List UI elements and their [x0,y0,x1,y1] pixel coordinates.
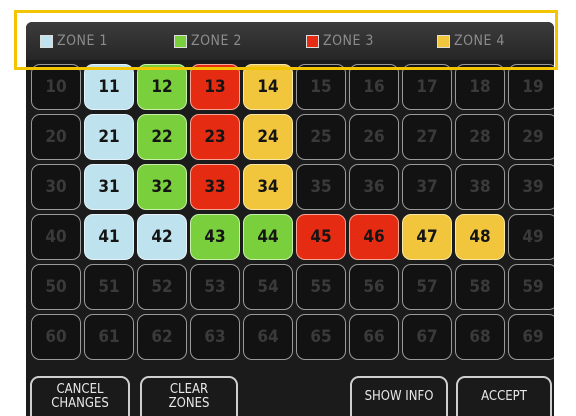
zone-cell[interactable]: 47 [402,214,452,260]
zone-cell[interactable]: 46 [349,214,399,260]
zone-cell[interactable]: 69 [508,314,554,360]
zone-1-swatch [40,34,53,48]
legend-zone-2-label: ZONE 2 [191,33,242,49]
zone-4-swatch [437,34,450,48]
zone-cell[interactable]: 22 [137,114,187,160]
zone-cell[interactable]: 38 [455,164,505,210]
zone-grid: 10 11 12 13 14 15 16 17 18 19 20 21 22 23 24 25 26 27 28 29… [31,64,554,360]
zone-cell[interactable]: 54 [243,264,293,310]
cancel-changes-button[interactable]: CANCEL CHANGES [30,376,130,416]
zone-cell[interactable]: 48 [455,214,505,260]
legend-zone-4-label: ZONE 4 [454,33,505,49]
zone-cell[interactable]: 26 [349,114,399,160]
zone-cell[interactable]: 18 [455,64,505,110]
zone-cell[interactable]: 30 [31,164,81,210]
zone-cell[interactable]: 15 [296,64,346,110]
zone-cell[interactable]: 52 [137,264,187,310]
zone-cell[interactable]: 49 [508,214,554,260]
zone-cell[interactable]: 34 [243,164,293,210]
legend-zone-4: ZONE 4 [437,32,505,50]
zone-cell[interactable]: 35 [296,164,346,210]
zone-3-swatch [306,34,319,48]
show-info-button[interactable]: SHOW INFO [350,376,448,416]
zone-cell[interactable]: 51 [84,264,134,310]
zone-cell[interactable]: 23 [190,114,240,160]
zone-cell[interactable]: 40 [31,214,81,260]
zone-cell[interactable]: 63 [190,314,240,360]
zone-cell[interactable]: 12 [137,64,187,110]
zone-cell[interactable]: 27 [402,114,452,160]
zone-cell[interactable]: 45 [296,214,346,260]
zone-cell[interactable]: 44 [243,214,293,260]
zone-cell[interactable]: 29 [508,114,554,160]
legend-zone-1: ZONE 1 [40,32,108,50]
zone-cell[interactable]: 37 [402,164,452,210]
zone-cell[interactable]: 55 [296,264,346,310]
zone-cell[interactable]: 61 [84,314,134,360]
zone-cell[interactable]: 21 [84,114,134,160]
zone-cell[interactable]: 39 [508,164,554,210]
zone-2-swatch [174,34,187,48]
zone-cell[interactable]: 64 [243,314,293,360]
clear-zones-button[interactable]: CLEAR ZONES [140,376,238,416]
zone-legend: ZONE 1 ZONE 2 ZONE 3 ZONE 4 [26,22,554,60]
zone-cell[interactable]: 43 [190,214,240,260]
zone-cell[interactable]: 57 [402,264,452,310]
zone-cell[interactable]: 14 [243,64,293,110]
legend-zone-1-label: ZONE 1 [57,33,108,49]
zone-cell[interactable]: 16 [349,64,399,110]
zone-cell[interactable]: 58 [455,264,505,310]
legend-zone-3-label: ZONE 3 [323,33,374,49]
zone-cell[interactable]: 31 [84,164,134,210]
legend-zone-3: ZONE 3 [306,32,374,50]
legend-zone-2: ZONE 2 [174,32,242,50]
zone-cell[interactable]: 17 [402,64,452,110]
zone-cell[interactable]: 59 [508,264,554,310]
zone-cell[interactable]: 42 [137,214,187,260]
zone-cell[interactable]: 24 [243,114,293,160]
zone-cell[interactable]: 50 [31,264,81,310]
accept-button[interactable]: ACCEPT [456,376,552,416]
zone-cell[interactable]: 11 [84,64,134,110]
zone-cell[interactable]: 32 [137,164,187,210]
zone-cell[interactable]: 66 [349,314,399,360]
zone-cell[interactable]: 10 [31,64,81,110]
zone-cell[interactable]: 53 [190,264,240,310]
zone-cell[interactable]: 41 [84,214,134,260]
action-bar: CANCEL CHANGES CLEAR ZONES SHOW INFO ACC… [26,374,554,416]
zone-cell[interactable]: 62 [137,314,187,360]
zone-cell[interactable]: 13 [190,64,240,110]
zone-editor-screen: ZONE 1 ZONE 2 ZONE 3 ZONE 4 10 11 12 13 14 15… [26,22,554,416]
zone-cell[interactable]: 56 [349,264,399,310]
zone-cell[interactable]: 36 [349,164,399,210]
zone-cell[interactable]: 65 [296,314,346,360]
zone-cell[interactable]: 28 [455,114,505,160]
zone-cell[interactable]: 67 [402,314,452,360]
zone-cell[interactable]: 20 [31,114,81,160]
zone-cell[interactable]: 25 [296,114,346,160]
zone-cell[interactable]: 19 [508,64,554,110]
zone-cell[interactable]: 68 [455,314,505,360]
zone-cell[interactable]: 60 [31,314,81,360]
zone-cell[interactable]: 33 [190,164,240,210]
